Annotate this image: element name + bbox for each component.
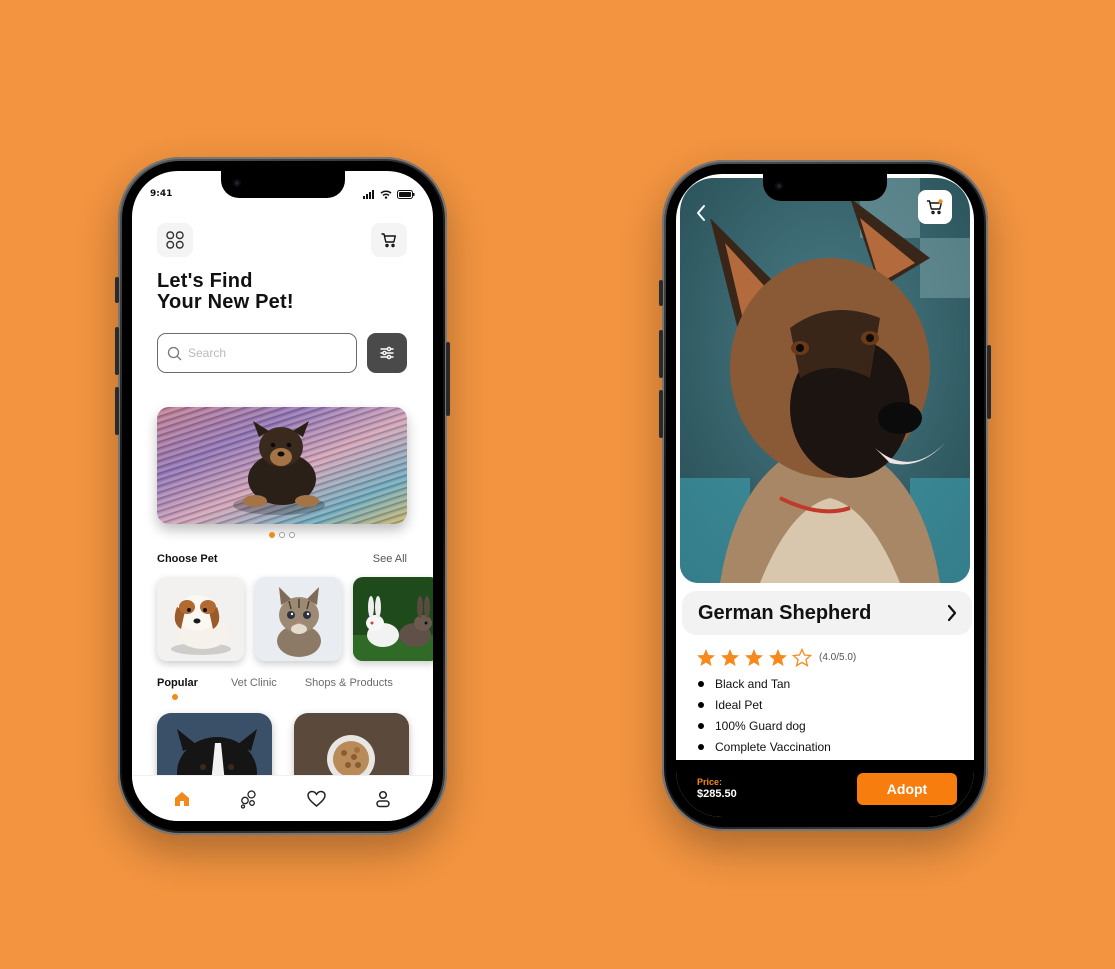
chevron-right-icon: [947, 604, 957, 622]
active-tab-indicator: [172, 694, 178, 700]
search-icon: [167, 346, 182, 360]
back-button[interactable]: [690, 202, 712, 224]
search-input[interactable]: [188, 346, 338, 360]
list-item: 100% Guard dog: [698, 715, 831, 736]
feature-text: Ideal Pet: [715, 697, 763, 712]
page-title: Let's Find Your New Pet!: [157, 271, 294, 313]
tab-popular[interactable]: Popular: [157, 677, 198, 689]
tab-vet-clinic[interactable]: Vet Clinic: [231, 677, 277, 689]
grid-icon: [166, 231, 184, 249]
nav-profile[interactable]: [368, 784, 398, 814]
nav-home[interactable]: [167, 784, 197, 814]
carousel-dot[interactable]: [279, 532, 285, 538]
choose-pet-header: Choose Pet See All: [157, 553, 407, 565]
star-rating: (4.0/5.0): [696, 648, 856, 667]
volume-up-button: [659, 330, 663, 378]
bullet: [698, 680, 704, 687]
notch: [763, 174, 887, 201]
tab-shops-products[interactable]: Shops & Products: [305, 677, 393, 689]
puppy-image: [157, 577, 244, 661]
cart-icon: [926, 199, 943, 215]
pet-card-rabbits[interactable]: [353, 577, 433, 661]
cart-icon: [381, 233, 396, 248]
price-bar: Price: $285.50 Adopt: [676, 760, 974, 817]
battery-icon: [397, 189, 415, 199]
german-shepherd-image: [680, 178, 970, 583]
volume-up-button: [115, 327, 119, 375]
star-icon: [769, 649, 787, 666]
feature-list: Black and Tan Ideal Pet 100% Guard dog C…: [698, 673, 831, 757]
star-icon: [721, 649, 739, 666]
kitten-image: [255, 577, 342, 661]
mute-switch: [115, 277, 119, 303]
home-icon: [174, 791, 189, 806]
filter-button[interactable]: [367, 333, 407, 373]
adopt-button[interactable]: Adopt: [857, 772, 957, 805]
price-value: $285.50: [697, 788, 737, 800]
detail-screen: German Shepherd (4.0/5.0) Black and Tan …: [676, 174, 974, 817]
home-phone: 9:41 Let's Find Your New Pet! Search Cho…: [115, 157, 450, 835]
bullet: [698, 701, 704, 708]
search-field[interactable]: [157, 333, 357, 373]
see-all-link[interactable]: See All: [373, 553, 407, 565]
bottom-nav: [132, 775, 433, 821]
headline-line1: Let's Find: [157, 270, 253, 292]
rating-text: (4.0/5.0): [819, 652, 857, 663]
featured-banner[interactable]: [157, 407, 407, 524]
category-tabs: Popular Vet Clinic Shops & Products: [157, 677, 393, 700]
banner-puppy-image: [157, 407, 407, 524]
bullet: [698, 743, 704, 750]
menu-button[interactable]: [157, 223, 193, 257]
volume-down-button: [115, 387, 119, 435]
cart-button[interactable]: [918, 190, 952, 224]
pet-name: German Shepherd: [698, 601, 872, 624]
chevron-left-icon: [697, 205, 705, 221]
list-item: Complete Vaccination: [698, 736, 831, 757]
rabbits-image: [353, 577, 433, 661]
volume-down-button: [659, 390, 663, 438]
star-outline-icon: [792, 648, 812, 667]
list-item: Black and Tan: [698, 673, 831, 694]
price-label: Price:: [697, 777, 723, 787]
profile-icon: [376, 790, 391, 807]
wifi-icon: [380, 190, 392, 199]
nav-favorites[interactable]: [301, 784, 331, 814]
carousel-dot[interactable]: [269, 532, 275, 538]
power-button: [987, 345, 991, 419]
pet-category-list: [157, 577, 433, 661]
star-icon: [745, 649, 763, 666]
pet-card-puppy[interactable]: [157, 577, 244, 661]
front-camera: [232, 179, 241, 187]
notch: [220, 171, 345, 198]
nav-pets[interactable]: [234, 784, 264, 814]
feature-text: Complete Vaccination: [715, 739, 831, 754]
cart-button[interactable]: [371, 223, 407, 257]
bullet: [698, 722, 704, 729]
choose-pet-title: Choose Pet: [157, 553, 218, 565]
paw-icon: [240, 789, 256, 809]
carousel-dot[interactable]: [289, 532, 295, 538]
sliders-icon: [380, 346, 394, 360]
pet-name-bar[interactable]: German Shepherd: [682, 591, 972, 635]
heart-icon: [306, 790, 326, 807]
star-icon: [697, 649, 715, 666]
signal-icon: [363, 189, 374, 199]
mute-switch: [659, 280, 663, 306]
status-time: 9:41: [150, 189, 173, 199]
pet-hero-image: [680, 178, 970, 583]
feature-text: Black and Tan: [715, 676, 791, 691]
feature-text: 100% Guard dog: [715, 718, 806, 733]
front-camera: [775, 182, 783, 190]
detail-phone: German Shepherd (4.0/5.0) Black and Tan …: [659, 160, 991, 831]
power-button: [446, 342, 450, 416]
list-item: Ideal Pet: [698, 694, 831, 715]
carousel-indicator: [269, 532, 295, 538]
pet-card-kitten[interactable]: [255, 577, 342, 661]
status-icons: [363, 189, 415, 199]
home-screen: 9:41 Let's Find Your New Pet! Search Cho…: [132, 171, 433, 821]
price-block: Price: $285.50: [697, 777, 737, 800]
headline-line2: Your New Pet!: [157, 291, 294, 313]
